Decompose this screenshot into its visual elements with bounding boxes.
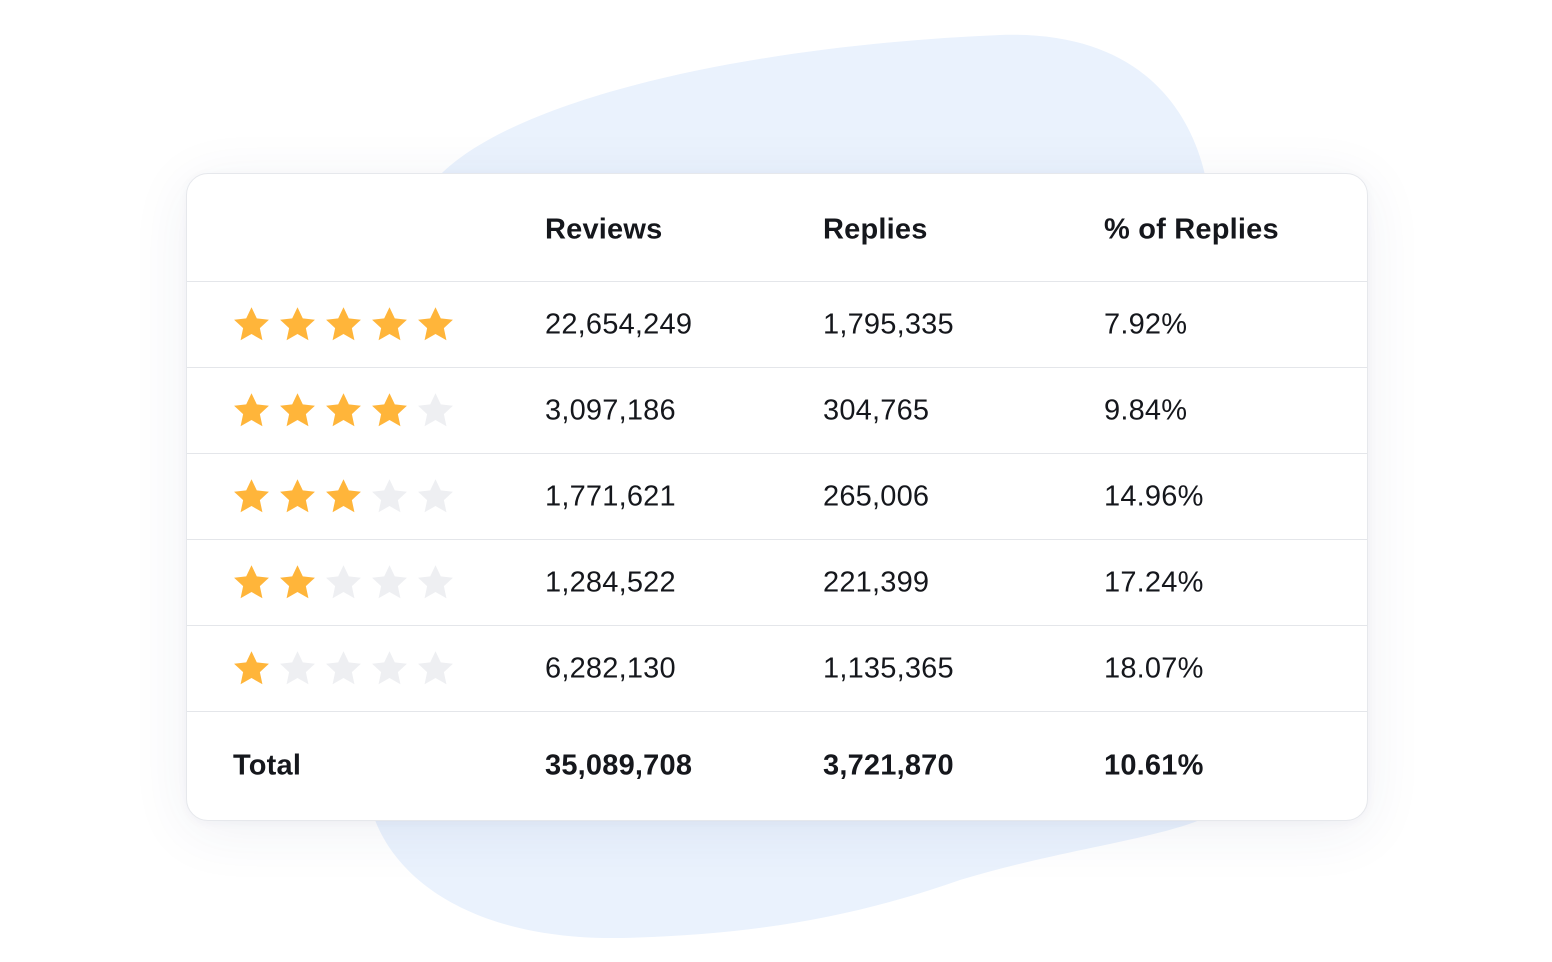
star-rating xyxy=(231,562,456,603)
star-empty-icon xyxy=(372,650,407,684)
pct-replies-value: 9.84% xyxy=(1104,394,1188,426)
star-filled-icon xyxy=(234,650,269,684)
reviews-value: 22,654,249 xyxy=(545,308,693,340)
ratings-table-card: Reviews Replies % of Replies 22,654,249 … xyxy=(186,173,1368,821)
star-empty-icon xyxy=(372,478,407,512)
star-empty-icon xyxy=(326,564,361,598)
total-row: Total 35,089,708 3,721,870 10.61% xyxy=(187,712,1367,820)
reviews-value: 6,282,130 xyxy=(545,652,676,684)
star-filled-icon xyxy=(280,392,315,426)
star-filled-icon xyxy=(326,478,361,512)
pct-replies-value: 14.96% xyxy=(1104,480,1204,512)
table-row: 1,771,621 265,006 14.96% xyxy=(187,454,1367,540)
star-filled-icon xyxy=(234,306,269,340)
pct-replies-value: 17.24% xyxy=(1104,566,1204,598)
replies-value: 221,399 xyxy=(823,566,930,598)
star-filled-icon xyxy=(280,306,315,340)
star-filled-icon xyxy=(372,392,407,426)
star-rating xyxy=(231,648,456,689)
stage: Reviews Replies % of Replies 22,654,249 … xyxy=(0,0,1552,962)
header-reviews: Reviews xyxy=(545,213,663,246)
star-empty-icon xyxy=(418,650,453,684)
pct-replies-value: 7.92% xyxy=(1104,308,1188,340)
header-replies: Replies xyxy=(823,213,928,246)
total-replies-value: 3,721,870 xyxy=(823,749,954,782)
star-rating xyxy=(231,304,456,345)
reviews-value: 1,284,522 xyxy=(545,566,676,598)
star-filled-icon xyxy=(326,306,361,340)
table-row: 1,284,522 221,399 17.24% xyxy=(187,540,1367,626)
header-pct-replies: % of Replies xyxy=(1104,213,1279,246)
star-filled-icon xyxy=(234,478,269,512)
star-empty-icon xyxy=(280,650,315,684)
total-pct-replies-value: 10.61% xyxy=(1104,749,1204,782)
star-empty-icon xyxy=(418,564,453,598)
total-label: Total xyxy=(233,749,302,782)
reviews-value: 3,097,186 xyxy=(545,394,676,426)
star-rating xyxy=(231,476,456,517)
replies-value: 265,006 xyxy=(823,480,930,512)
total-reviews-value: 35,089,708 xyxy=(545,749,693,782)
star-empty-icon xyxy=(418,392,453,426)
star-filled-icon xyxy=(280,564,315,598)
star-empty-icon xyxy=(418,478,453,512)
reviews-value: 1,771,621 xyxy=(545,480,676,512)
table-row: 6,282,130 1,135,365 18.07% xyxy=(187,626,1367,712)
table-row: 22,654,249 1,795,335 7.92% xyxy=(187,282,1367,368)
star-filled-icon xyxy=(280,478,315,512)
replies-value: 1,135,365 xyxy=(823,652,954,684)
star-filled-icon xyxy=(418,306,453,340)
star-filled-icon xyxy=(372,306,407,340)
table-row: 3,097,186 304,765 9.84% xyxy=(187,368,1367,454)
star-filled-icon xyxy=(326,392,361,426)
pct-replies-value: 18.07% xyxy=(1104,652,1204,684)
table-header-row: Reviews Replies % of Replies xyxy=(187,174,1367,282)
star-rating xyxy=(231,390,456,431)
star-filled-icon xyxy=(234,564,269,598)
star-empty-icon xyxy=(372,564,407,598)
replies-value: 304,765 xyxy=(823,394,930,426)
star-empty-icon xyxy=(326,650,361,684)
star-filled-icon xyxy=(234,392,269,426)
replies-value: 1,795,335 xyxy=(823,308,954,340)
